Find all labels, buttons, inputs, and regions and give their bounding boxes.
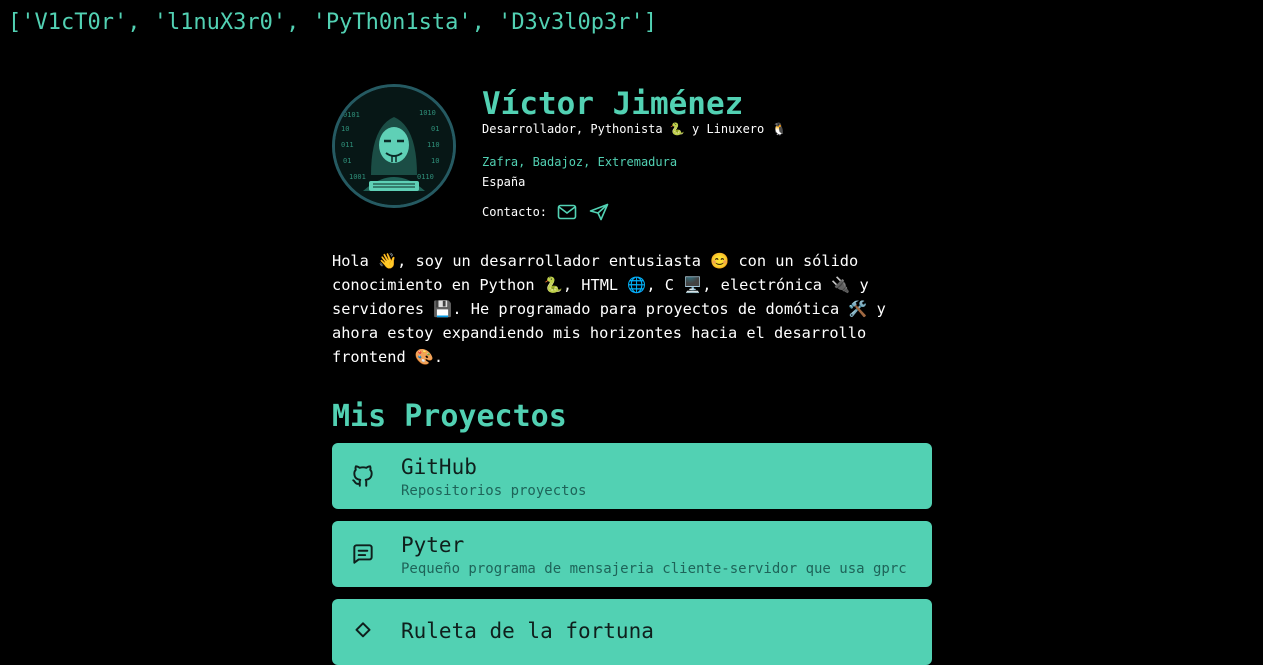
avatar: 0101 1010 10 01 011 110 01 10 1001 0110 [332,84,456,208]
project-card-pyter[interactable]: Pyter Pequeño programa de mensajeria cli… [332,521,932,587]
project-title: GitHub [401,454,477,479]
profile-info: Víctor Jiménez Desarrollador, Pythonista… [482,84,786,221]
project-text: GitHub Repositorios proyectos [401,454,586,499]
project-text: Ruleta de la fortuna [401,618,654,647]
bio-text: Hola 👋, soy un desarrollador entusiasta … [332,252,886,366]
contact-label: Contacto: [482,205,548,219]
contact-row: Contacto: [482,203,786,221]
profile-header: 0101 1010 10 01 011 110 01 10 1001 0110 [332,84,932,221]
profile-name: Víctor Jiménez [482,86,744,122]
svg-text:01: 01 [343,157,351,165]
svg-text:011: 011 [341,141,354,149]
svg-text:10: 10 [431,157,439,165]
svg-text:1010: 1010 [419,109,436,117]
profile-tagline: Desarrollador, Pythonista 🐍 y Linuxero 🐧 [482,122,787,136]
top-banner: ['V1cT0r', 'l1nuX3r0', 'PyTh0n1sta', 'D3… [8,10,658,35]
project-title: Pyter [401,532,465,557]
svg-text:110: 110 [427,141,440,149]
profile-country: España [482,175,526,189]
project-description: Repositorios proyectos [401,482,587,499]
message-icon [353,544,373,564]
main-content: 0101 1010 10 01 011 110 01 10 1001 0110 [332,84,932,665]
svg-text:1001: 1001 [349,173,366,181]
projects-title: Mis Proyectos [332,399,567,434]
hacker-avatar-icon: 0101 1010 10 01 011 110 01 10 1001 0110 [335,87,453,205]
svg-text:0101: 0101 [343,111,360,119]
project-text: Pyter Pequeño programa de mensajeria cli… [401,532,907,577]
svg-text:01: 01 [431,125,439,133]
wheel-icon [355,622,371,638]
svg-text:0110: 0110 [417,173,434,181]
project-title: Ruleta de la fortuna [401,618,654,643]
send-icon[interactable] [589,203,609,221]
svg-text:10: 10 [341,125,349,133]
project-card-github[interactable]: GitHub Repositorios proyectos [332,443,932,509]
github-icon [352,465,373,487]
project-card-ruleta[interactable]: Ruleta de la fortuna [332,599,932,665]
profile-location: Zafra, Badajoz, Extremadura [482,155,678,169]
project-description: Pequeño programa de mensajeria cliente-s… [401,560,907,577]
mail-icon[interactable] [557,204,577,220]
